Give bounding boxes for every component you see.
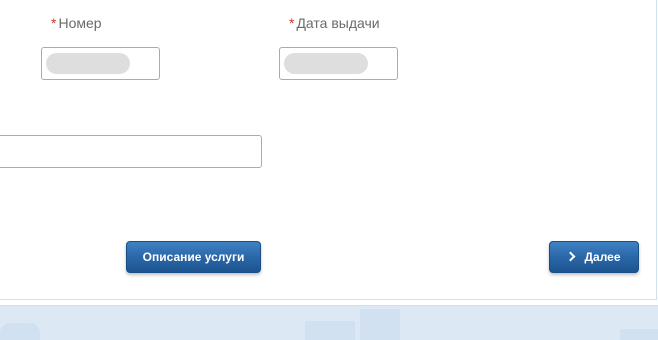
form-panel: * Номер * Дата выдачи Описание услуги Дале… bbox=[0, 0, 657, 300]
number-label-text: Номер bbox=[58, 15, 102, 31]
number-input[interactable] bbox=[41, 47, 160, 80]
issue-date-input[interactable] bbox=[279, 47, 398, 80]
service-description-label: Описание услуги bbox=[142, 250, 245, 264]
footer-decoration bbox=[620, 329, 658, 340]
redacted-value bbox=[284, 53, 368, 74]
next-label: Далее bbox=[584, 250, 621, 264]
redacted-value bbox=[46, 53, 130, 74]
issue-date-label: * Дата выдачи bbox=[289, 15, 380, 31]
issued-by-input[interactable] bbox=[0, 135, 262, 168]
required-mark: * bbox=[289, 15, 295, 31]
footer-decoration bbox=[305, 321, 355, 340]
number-label: * Номер bbox=[51, 15, 102, 31]
required-mark: * bbox=[51, 15, 57, 31]
service-description-button[interactable]: Описание услуги bbox=[126, 241, 261, 273]
footer-decoration bbox=[0, 323, 40, 340]
chevron-right-icon bbox=[566, 251, 576, 262]
next-button[interactable]: Далее bbox=[549, 241, 639, 273]
page: * Номер * Дата выдачи Описание услуги Дале… bbox=[0, 0, 658, 340]
footer-band bbox=[0, 305, 658, 340]
issue-date-label-text: Дата выдачи bbox=[296, 15, 380, 31]
footer-decoration bbox=[360, 309, 400, 340]
